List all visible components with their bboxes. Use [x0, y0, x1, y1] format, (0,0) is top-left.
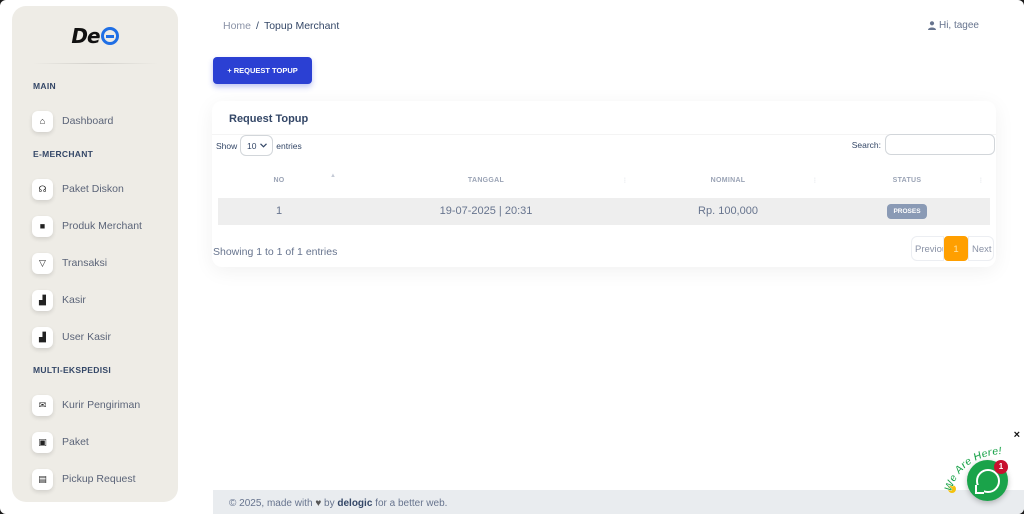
page-footer: © 2025, made with ♥ by delogic for a bet… — [213, 490, 1024, 514]
chevron-down-icon — [259, 143, 267, 148]
sidebar-item-paket[interactable]: ▣ Paket — [32, 430, 172, 454]
sort-icon: ⋮ — [812, 178, 818, 184]
sidebar-item-label: User Kasir — [62, 331, 112, 343]
breadcrumb: Home / Topup Merchant — [223, 20, 339, 32]
envelope-icon: ✉ — [32, 394, 53, 416]
entries-length-control: Show 10 entries — [216, 135, 302, 156]
sidebar-item-label: Dashboard — [62, 115, 114, 127]
sidebar-item-user-kasir[interactable]: ▟ User Kasir — [32, 325, 172, 349]
user-icon — [927, 21, 936, 30]
sidebar-item-label: Paket Diskon — [62, 183, 124, 195]
box-icon: ■ — [32, 215, 53, 237]
chat-close-icon[interactable]: × — [1014, 429, 1020, 441]
user-menu[interactable]: Hi, tagee — [927, 20, 979, 31]
table-info: Showing 1 to 1 of 1 entries — [213, 246, 338, 258]
column-header-no[interactable]: NO — [218, 177, 340, 184]
headset-icon: ☊ — [32, 178, 53, 200]
sidebar-item-label: Paket — [62, 436, 89, 448]
sidebar-item-pickup-request[interactable]: ▤ Pickup Request — [32, 467, 172, 491]
entries-label: entries — [276, 140, 302, 151]
status-badge: PROSES — [887, 203, 927, 219]
breadcrumb-home[interactable]: Home — [223, 20, 251, 32]
sidebar-item-label: Kurir Pengiriman — [62, 399, 141, 411]
sidebar-item-label: Pickup Request — [62, 473, 136, 485]
footer-brand-link[interactable]: delogic — [337, 498, 372, 509]
pagination: Previous 1 Next — [911, 236, 994, 261]
sidebar-item-produk-merchant[interactable]: ■ Produk Merchant — [32, 214, 172, 238]
cash-register-icon: ▟ — [32, 289, 53, 311]
cell-nominal: Rp. 100,000 — [698, 205, 758, 217]
cell-status: PROSES — [824, 198, 990, 225]
package-icon: ▣ — [32, 431, 53, 453]
heart-icon: ♥ — [315, 498, 322, 509]
footer-suffix: for a better web. — [375, 498, 448, 509]
search-input[interactable] — [885, 134, 995, 155]
column-header-status[interactable]: STATUS — [824, 177, 990, 184]
request-topup-card: Request Topup Show 10 entries Search: NO… — [212, 101, 996, 267]
request-topup-button[interactable]: + REQUEST TOPUP — [213, 57, 312, 84]
cell-no: 1 — [275, 205, 283, 217]
basket-icon: ▽ — [32, 252, 53, 274]
pagination-previous[interactable]: Previous — [911, 236, 944, 261]
sidebar: De MAIN ⌂ Dashboard E-MERCHANT ☊ Paket D… — [12, 6, 178, 502]
sort-icon: ⋮ — [622, 178, 628, 184]
brand-logo[interactable]: De — [12, 24, 178, 48]
sort-icon: ⋮ — [978, 178, 984, 184]
table-search: Search: — [852, 134, 995, 155]
cell-tanggal: 19-07-2025 | 20:31 — [439, 205, 533, 217]
show-label: Show — [216, 140, 238, 151]
sidebar-item-kurir-pengiriman[interactable]: ✉ Kurir Pengiriman — [32, 393, 172, 417]
column-header-nominal[interactable]: NOMINAL — [632, 177, 824, 184]
search-label: Search: — [851, 139, 881, 150]
table-header: NO ▲ TANGGAL ⋮ NOMINAL ⋮ STATUS ⋮ — [218, 173, 990, 197]
table-row[interactable]: 1 19-07-2025 | 20:31 Rp. 100,000 PROSES — [218, 198, 990, 225]
breadcrumb-separator: / — [256, 20, 259, 32]
sidebar-section-multi-ekspedisi: MULTI-EKSPEDISI — [33, 365, 112, 375]
sidebar-section-emerchant: E-MERCHANT — [33, 149, 94, 159]
column-header-tanggal[interactable]: TANGGAL — [340, 177, 632, 184]
chat-notification-badge: 1 — [994, 460, 1008, 474]
page-size-select[interactable]: 10 — [240, 135, 274, 156]
sidebar-item-label: Transaksi — [62, 257, 108, 269]
sidebar-item-dashboard[interactable]: ⌂ Dashboard — [32, 109, 172, 133]
pagination-page-1[interactable]: 1 — [944, 236, 968, 261]
page-size-value: 10 — [247, 140, 257, 151]
sidebar-item-transaksi[interactable]: ▽ Transaksi — [32, 251, 172, 275]
footer-prefix: © 2025, made with — [229, 498, 313, 509]
app-window: De MAIN ⌂ Dashboard E-MERCHANT ☊ Paket D… — [0, 0, 1024, 514]
footer-by: by — [324, 498, 335, 509]
sidebar-item-paket-diskon[interactable]: ☊ Paket Diskon — [32, 177, 172, 201]
window-icon: ▤ — [32, 468, 53, 490]
sidebar-item-label: Produk Merchant — [62, 220, 142, 232]
home-icon: ⌂ — [32, 110, 53, 132]
sort-asc-icon: ▲ — [330, 173, 336, 179]
sidebar-section-main: MAIN — [33, 81, 56, 91]
sidebar-divider — [32, 63, 158, 64]
sidebar-item-label: Kasir — [62, 294, 86, 306]
user-greeting: Hi, tagee — [938, 20, 979, 31]
pagination-next[interactable]: Next — [968, 236, 994, 261]
card-title: Request Topup — [229, 113, 309, 125]
breadcrumb-current: Topup Merchant — [263, 20, 340, 32]
cash-register-icon: ▟ — [32, 326, 53, 348]
sidebar-item-kasir[interactable]: ▟ Kasir — [32, 288, 172, 312]
